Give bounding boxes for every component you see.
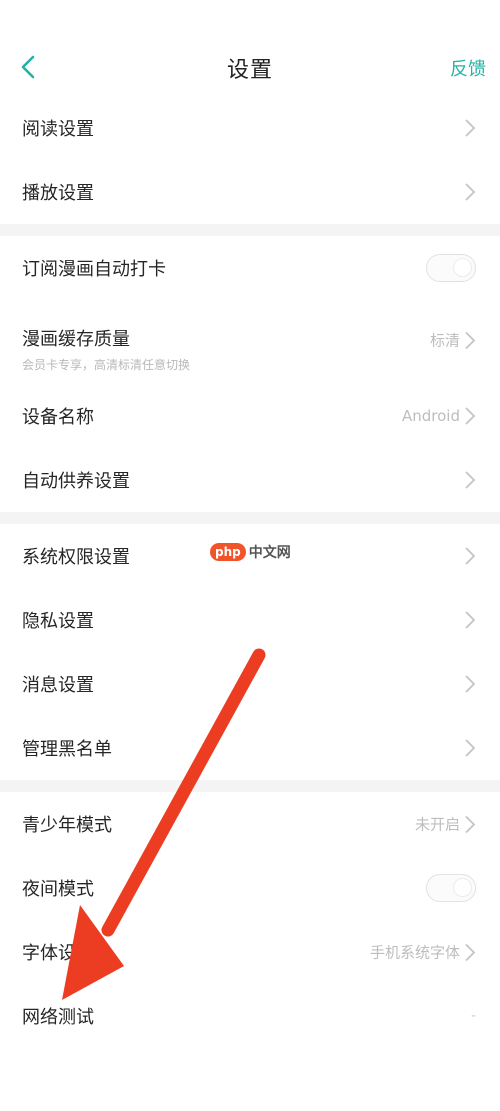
settings-group-reading: 阅读设置 播放设置 <box>0 96 500 224</box>
item-label: 隐私设置 <box>22 611 94 632</box>
chevron-right-icon <box>465 183 476 201</box>
chevron-right-icon <box>465 815 476 833</box>
chevron-right-icon <box>465 119 476 137</box>
toggle-knob <box>453 878 472 897</box>
item-value: 手机系统字体 <box>369 943 460 962</box>
item-label: 网络测试 <box>22 1007 94 1028</box>
settings-item-night-mode[interactable]: 夜间模式 <box>0 856 500 920</box>
settings-group-display: 青少年模式 未开启 夜间模式 字体设置 手机系统字体 网络测试 - <box>0 792 500 1048</box>
chevron-right-icon <box>465 611 476 629</box>
item-label: 管理黑名单 <box>22 739 112 760</box>
item-label: 漫画缓存质量 <box>22 329 130 350</box>
settings-item-messages[interactable]: 消息设置 <box>0 652 500 716</box>
settings-group-comics: 订阅漫画自动打卡 漫画缓存质量 会员卡专享，高清标清任意切换 标清 设备名称 A… <box>0 236 500 512</box>
item-value: Android <box>402 407 460 425</box>
item-sublabel: 会员卡专享，高清标清任意切换 <box>22 358 191 372</box>
settings-item-teen-mode[interactable]: 青少年模式 未开启 <box>0 792 500 856</box>
settings-item-device-name[interactable]: 设备名称 Android <box>0 384 500 448</box>
auto-checkin-toggle[interactable] <box>426 254 476 282</box>
item-label: 设备名称 <box>22 407 94 428</box>
item-label: 自动供养设置 <box>22 471 130 492</box>
section-divider <box>0 780 500 792</box>
item-label: 字体设置 <box>22 943 94 964</box>
feedback-button[interactable]: 反馈 <box>450 55 486 81</box>
item-label: 订阅漫画自动打卡 <box>22 259 166 280</box>
settings-item-playback[interactable]: 播放设置 <box>0 160 500 224</box>
item-label: 青少年模式 <box>22 815 112 836</box>
chevron-right-icon <box>465 547 476 565</box>
section-divider <box>0 224 500 236</box>
page-title: 设置 <box>226 58 273 83</box>
chevron-right-icon <box>465 471 476 489</box>
item-value: 标清 <box>429 331 460 350</box>
toggle-knob <box>453 258 472 277</box>
settings-item-auto-checkin[interactable]: 订阅漫画自动打卡 <box>0 236 500 300</box>
settings-item-blacklist[interactable]: 管理黑名单 <box>0 716 500 780</box>
settings-item-reading[interactable]: 阅读设置 <box>0 96 500 160</box>
settings-item-auto-support[interactable]: 自动供养设置 <box>0 448 500 512</box>
item-value: - <box>470 1008 476 1024</box>
app-header: 设置 反馈 <box>0 0 500 96</box>
chevron-right-icon <box>465 407 476 425</box>
item-label: 系统权限设置 <box>22 547 130 568</box>
chevron-right-icon <box>465 675 476 693</box>
settings-item-permissions[interactable]: 系统权限设置 <box>0 524 500 588</box>
chevron-right-icon <box>465 739 476 757</box>
item-label: 消息设置 <box>22 675 94 696</box>
item-value: 未开启 <box>414 815 460 834</box>
item-label: 夜间模式 <box>22 879 94 900</box>
settings-item-font[interactable]: 字体设置 手机系统字体 <box>0 920 500 984</box>
item-label: 阅读设置 <box>22 119 94 140</box>
settings-group-system: 系统权限设置 隐私设置 消息设置 管理黑名单 <box>0 524 500 780</box>
chevron-right-icon <box>465 943 476 961</box>
settings-item-privacy[interactable]: 隐私设置 <box>0 588 500 652</box>
settings-item-cache-quality[interactable]: 漫画缓存质量 会员卡专享，高清标清任意切换 标清 <box>0 300 500 384</box>
settings-item-network-test[interactable]: 网络测试 - <box>0 984 500 1048</box>
settings-list: 阅读设置 播放设置 订阅漫画自动打卡 漫画缓存质量 会员卡专享，高清标清任意切换… <box>0 96 500 1048</box>
night-mode-toggle[interactable] <box>426 874 476 902</box>
section-divider <box>0 512 500 524</box>
item-label: 播放设置 <box>22 183 94 204</box>
chevron-right-icon <box>465 331 476 349</box>
